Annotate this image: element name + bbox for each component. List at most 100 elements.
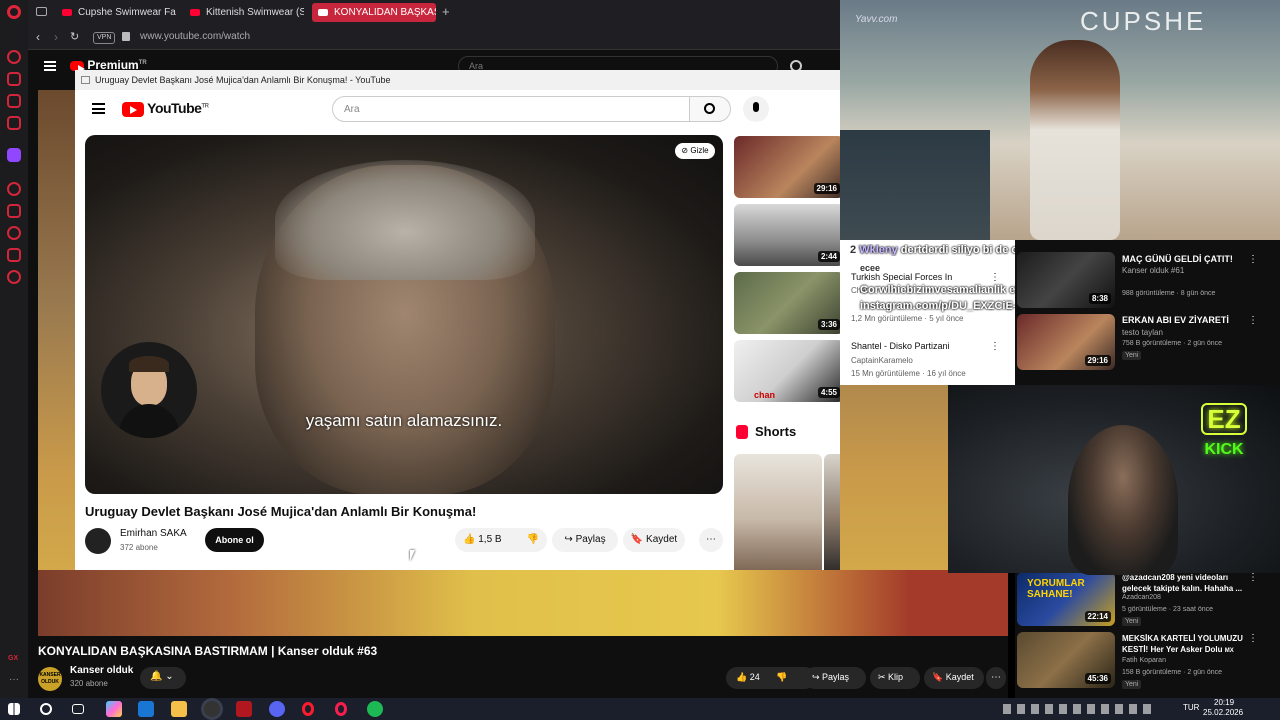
clock-date[interactable]: 25.02.2026 [1203,708,1243,717]
twitch-icon[interactable] [7,148,21,162]
like-icon: 👍 [463,534,476,545]
youtube-logo[interactable]: YouTubeTR [122,100,209,117]
short-thumb-2[interactable] [824,454,840,570]
dislike-icon[interactable]: 👎 [776,672,787,682]
bg-channel-avatar[interactable]: KANSER OLDUK [38,667,62,691]
rec-menu-4[interactable]: ⋮ [1248,633,1258,644]
address-bar: ‹ › ↻ VPN www.youtube.com/watch [28,25,840,50]
rec-title-4[interactable]: MEKSİKA KARTELİ YOLUMUZU KESTİ! Her Yer … [1122,633,1250,657]
new-tab-button[interactable]: + [442,4,450,19]
chat-user: Wkleny [859,244,898,256]
more-icon[interactable]: ··· [9,674,19,685]
forward-icon[interactable]: › [54,30,58,44]
vpn-badge[interactable]: VPN [93,32,116,44]
outlook-icon[interactable] [138,701,154,717]
facecam-bubble [101,342,197,438]
hide-button[interactable]: ⊘ Gizle [675,143,715,159]
subscribe-button[interactable]: Abone ol [205,528,264,552]
sidebar-icon-1[interactable] [7,50,21,64]
opera-icon[interactable] [302,702,314,716]
popup-titlebar[interactable]: Uruguay Devlet Başkanı José Mujica'dan A… [75,70,840,90]
rec-thumb-4[interactable]: 45:36 [1017,632,1115,688]
popup-video-player[interactable]: ⊘ Gizle yaşamı satın alamazsınız. [85,135,723,494]
tab-cupshe[interactable]: Cupshe Swimwear Fashio [56,3,176,22]
rec-stats-4: 158 B görüntüleme · 2 gün önce [1122,669,1223,676]
editor-icon[interactable] [236,701,252,717]
sidebar-icon-7[interactable] [7,226,21,240]
obs-icon[interactable] [204,701,220,717]
task-view-icon[interactable] [72,704,84,714]
rec-menu-1[interactable]: ⋮ [1248,254,1258,265]
clock-time[interactable]: 20:19 [1214,698,1234,707]
bell-button[interactable]: 🔔 ⌄ [140,667,186,689]
rec-menu-2[interactable]: ⋮ [1248,315,1258,326]
streamer-person [1068,425,1178,575]
sidebar-icon-4[interactable] [7,116,21,130]
windows-start-icon[interactable] [8,703,20,715]
tab-menu-icon[interactable] [36,7,47,16]
opera-gx-icon[interactable] [335,702,347,716]
bg-save-button[interactable]: 🔖 Kaydet [924,667,984,689]
reload-icon[interactable]: ↻ [70,30,79,43]
rec-badge-3: Yeni [1122,617,1142,626]
rec-channel-3: Azadcan208 [1122,594,1161,601]
spotify-icon[interactable] [367,701,383,717]
popup-side-thumb-3[interactable]: 3:36 [734,272,840,334]
rec-title-3[interactable]: @azadcan208 yeni videoları gelecek takip… [1122,572,1250,594]
popup-side-thumb-2[interactable]: 2:44 [734,204,840,266]
popup-save-button[interactable]: 🔖 Kaydet [623,528,685,552]
popup-channel-name[interactable]: Emirhan SAKA [120,528,187,539]
discord-icon[interactable] [269,701,285,717]
bg-clip-button[interactable]: ✂ Klip [870,667,920,689]
copilot-icon[interactable] [106,701,122,717]
side-item-4-title[interactable]: Shantel - Disko Partizani [851,341,950,351]
opera-logo-icon[interactable] [7,5,21,19]
bg-video-title: KONYALIDAN BAŞKASINA BASTIRMAM | Kanser … [38,644,378,658]
popup-more-button[interactable]: ⋯ [699,528,723,552]
youtube-icon [62,9,72,16]
url-field[interactable]: www.youtube.com/watch [140,31,250,42]
bg-more-button[interactable]: ⋯ [986,667,1006,689]
rec-thumb-1[interactable]: 8:38 [1017,252,1115,308]
settings-icon[interactable] [7,270,21,284]
rec-thumb-2[interactable]: 29:16 [1017,314,1115,370]
back-icon[interactable]: ‹ [36,30,40,44]
popup-side-thumb-1[interactable]: 29:16 [734,136,840,198]
bg-like-button[interactable]: 👍 24 👎 [726,667,816,689]
popup-share-button[interactable]: ↪ Paylaş [552,528,618,552]
rec-menu-3[interactable]: ⋮ [1248,572,1258,583]
voice-search-button[interactable] [743,96,769,122]
rec-stats-3: 5 görüntüleme · 23 saat önce [1122,606,1214,613]
popup-search-button[interactable] [689,96,731,122]
popup-channel-avatar[interactable] [85,528,111,554]
sidebar-icon-5[interactable] [7,182,21,196]
bg-share-button[interactable]: ↪ Paylaş [804,667,866,689]
mic-icon [753,102,759,112]
folder-icon[interactable] [171,701,187,717]
tab-kittenish[interactable]: Kittenish Swimwear (Slow [184,3,304,22]
rec-channel-1: Kanser olduk #61 [1122,266,1185,275]
side-item-3-stats: 1,2 Mn görüntüleme · 5 yıl önce [851,314,964,323]
youtube-logo-icon [122,101,144,117]
tab-konyalidan[interactable]: KONYALIDAN BAŞKASINA [312,3,436,22]
dislike-icon[interactable]: 👎 [527,528,539,552]
popup-side-thumb-4[interactable]: chan 4:55 [734,340,840,402]
sidebar-icon-2[interactable] [7,72,21,86]
rec-title-2[interactable]: ERKAN ABI EV ZİYARETİ [1122,315,1229,325]
rec-title-1[interactable]: MAÇ GÜNÜ GELDİ ÇATIT! [1122,254,1252,264]
search-icon[interactable] [40,703,52,715]
popup-menu-icon[interactable] [92,103,105,114]
sidebar-icon-8[interactable] [7,248,21,262]
rec-thumb-3[interactable]: YORUMLAR SAHANE! 22:14 [1017,572,1115,626]
short-thumb-1[interactable] [734,454,822,570]
bg-video-scene [38,570,1008,636]
bg-channel-name[interactable]: Kanser olduk [70,665,133,676]
tray-icons[interactable] [1003,704,1153,714]
side-item-4-menu[interactable]: ⋮ [990,341,1000,352]
sidebar-icon-6[interactable] [7,204,21,218]
popup-search-input[interactable]: Ara [332,96,690,122]
menu-icon[interactable] [44,61,56,71]
language-indicator[interactable]: TUR [1183,703,1199,712]
sidebar-icon-3[interactable] [7,94,21,108]
popup-like-button[interactable]: 👍 1,5 B 👎 [455,528,547,552]
